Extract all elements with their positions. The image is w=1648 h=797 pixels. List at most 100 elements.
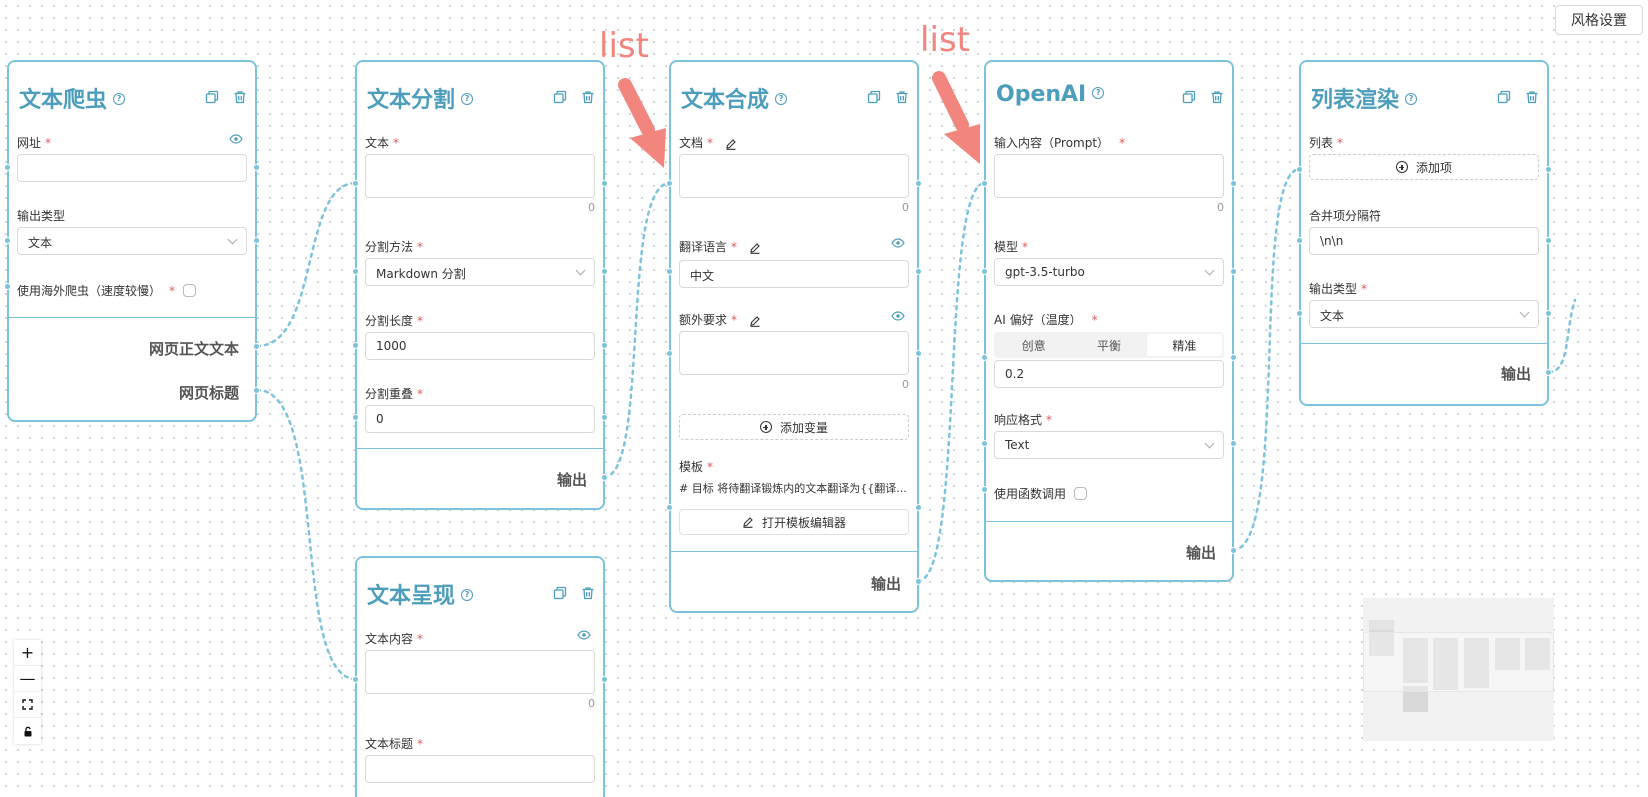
function-call-checkbox[interactable] bbox=[1074, 487, 1088, 500]
node-openai[interactable]: OpenAI? 输入内容（Prompt） * 0 模型 * gpt-3.5-turb… bbox=[984, 60, 1234, 582]
zoom-out-button[interactable]: — bbox=[14, 666, 41, 692]
translate-language-input[interactable]: 中文 bbox=[679, 260, 909, 288]
help-icon[interactable]: ? bbox=[1092, 87, 1105, 99]
temperature-input[interactable]: 0.2 bbox=[994, 360, 1224, 388]
output-handle-main[interactable] bbox=[915, 578, 922, 585]
output-handle[interactable] bbox=[253, 164, 260, 171]
input-handle[interactable] bbox=[666, 504, 673, 511]
temperature-option-balanced[interactable]: 平衡 bbox=[1071, 334, 1146, 356]
text-title-input[interactable] bbox=[365, 755, 595, 783]
prompt-textarea[interactable] bbox=[994, 154, 1224, 198]
copy-icon[interactable] bbox=[205, 90, 219, 104]
node-text-synth[interactable]: 文本合成? 文档 * 0 翻译语言 * 中文 额外要求 * 0 添加变量 模板 … bbox=[669, 60, 919, 613]
copy-icon[interactable] bbox=[553, 586, 567, 600]
input-handle[interactable] bbox=[352, 268, 359, 275]
output-handle[interactable] bbox=[1230, 180, 1237, 187]
input-handle[interactable] bbox=[981, 268, 988, 275]
output-handle-page-title[interactable] bbox=[253, 387, 260, 394]
copy-icon[interactable] bbox=[867, 90, 881, 104]
output-handle-main[interactable] bbox=[601, 474, 608, 481]
output-handle-body-text[interactable] bbox=[253, 343, 260, 350]
output-handle[interactable] bbox=[915, 268, 922, 275]
help-icon[interactable]: ? bbox=[461, 589, 474, 601]
output-type-select[interactable]: 文本 bbox=[17, 227, 247, 255]
input-handle[interactable] bbox=[352, 676, 359, 683]
node-list-render[interactable]: 列表渲染? 列表 * 添加项 合并项分隔符 \n\n 输出类型 * 文本 输出 bbox=[1299, 60, 1549, 406]
copy-icon[interactable] bbox=[553, 90, 567, 104]
minimap[interactable] bbox=[1363, 598, 1554, 741]
response-format-select[interactable]: Text bbox=[994, 431, 1224, 459]
model-select[interactable]: gpt-3.5-turbo bbox=[994, 258, 1224, 286]
output-handle[interactable] bbox=[915, 350, 922, 357]
input-handle[interactable] bbox=[1296, 310, 1303, 317]
output-handle[interactable] bbox=[601, 180, 608, 187]
extra-requirements-textarea[interactable] bbox=[679, 331, 909, 375]
output-handle[interactable] bbox=[1545, 310, 1552, 317]
pencil-icon[interactable] bbox=[749, 242, 761, 254]
lock-button[interactable] bbox=[14, 718, 41, 744]
add-variable-button[interactable]: 添加变量 bbox=[679, 414, 909, 440]
output-handle[interactable] bbox=[253, 237, 260, 244]
input-handle[interactable] bbox=[4, 283, 11, 290]
input-handle[interactable] bbox=[666, 350, 673, 357]
eye-icon[interactable] bbox=[577, 630, 591, 640]
output-handle[interactable] bbox=[1230, 440, 1237, 447]
input-handle[interactable] bbox=[4, 164, 11, 171]
output-handle[interactable] bbox=[1545, 166, 1552, 173]
copy-icon[interactable] bbox=[1182, 90, 1196, 104]
document-textarea[interactable] bbox=[679, 154, 909, 198]
eye-icon[interactable] bbox=[229, 134, 243, 144]
node-text-split[interactable]: 文本分割? 文本 * 0 分割方法 * Markdown 分割 分割长度 * 1000… bbox=[355, 60, 605, 510]
zoom-in-button[interactable]: + bbox=[14, 640, 41, 666]
output-handle[interactable] bbox=[601, 676, 608, 683]
overseas-crawler-checkbox[interactable] bbox=[183, 284, 197, 297]
help-icon[interactable]: ? bbox=[113, 93, 126, 105]
node-text-crawler[interactable]: 文本爬虫? 网址 * 输出类型 文本 使用海外爬虫（速度较慢） * 网页正文文本 网… bbox=[7, 60, 257, 422]
input-handle[interactable] bbox=[981, 440, 988, 447]
trash-icon[interactable] bbox=[233, 90, 247, 104]
output-handle[interactable] bbox=[915, 504, 922, 511]
trash-icon[interactable] bbox=[1525, 90, 1539, 104]
eye-icon[interactable] bbox=[891, 311, 905, 321]
input-handle[interactable] bbox=[666, 180, 673, 187]
node-text-present[interactable]: 文本呈现? 文本内容 * 0 文本标题 * bbox=[355, 556, 605, 797]
output-handle[interactable] bbox=[601, 342, 608, 349]
input-handle[interactable] bbox=[352, 342, 359, 349]
trash-icon[interactable] bbox=[1210, 90, 1224, 104]
eye-icon[interactable] bbox=[891, 238, 905, 248]
help-icon[interactable]: ? bbox=[775, 93, 788, 105]
output-handle[interactable] bbox=[1545, 237, 1552, 244]
input-handle[interactable] bbox=[1296, 166, 1303, 173]
output-handle-main[interactable] bbox=[1230, 547, 1237, 554]
output-handle[interactable] bbox=[601, 268, 608, 275]
add-item-button[interactable]: 添加项 bbox=[1309, 154, 1539, 180]
trash-icon[interactable] bbox=[581, 90, 595, 104]
temperature-option-precise[interactable]: 精准 bbox=[1146, 334, 1222, 356]
output-handle-main[interactable] bbox=[1545, 369, 1552, 376]
output-handle[interactable] bbox=[601, 414, 608, 421]
style-settings-button[interactable]: 风格设置 bbox=[1555, 5, 1643, 35]
pencil-icon[interactable] bbox=[725, 138, 737, 150]
trash-icon[interactable] bbox=[895, 90, 909, 104]
minimap-viewport[interactable] bbox=[1363, 632, 1554, 692]
pencil-icon[interactable] bbox=[749, 315, 761, 327]
url-input[interactable] bbox=[17, 154, 247, 182]
split-length-input[interactable]: 1000 bbox=[365, 332, 595, 360]
temperature-option-creative[interactable]: 创意 bbox=[996, 334, 1071, 356]
output-handle[interactable] bbox=[1230, 354, 1237, 361]
separator-input[interactable]: \n\n bbox=[1309, 227, 1539, 255]
split-overlap-input[interactable]: 0 bbox=[365, 405, 595, 433]
input-handle[interactable] bbox=[666, 268, 673, 275]
split-method-select[interactable]: Markdown 分割 bbox=[365, 258, 595, 286]
output-handle[interactable] bbox=[915, 180, 922, 187]
input-handle[interactable] bbox=[981, 354, 988, 361]
help-icon[interactable]: ? bbox=[1405, 93, 1418, 105]
input-handle[interactable] bbox=[4, 237, 11, 244]
list-output-type-select[interactable]: 文本 bbox=[1309, 300, 1539, 328]
trash-icon[interactable] bbox=[581, 586, 595, 600]
output-handle[interactable] bbox=[1230, 268, 1237, 275]
open-template-editor-button[interactable]: 打开模板编辑器 bbox=[679, 509, 909, 535]
fit-view-button[interactable] bbox=[14, 692, 41, 718]
input-handle[interactable] bbox=[1296, 237, 1303, 244]
input-handle[interactable] bbox=[352, 414, 359, 421]
